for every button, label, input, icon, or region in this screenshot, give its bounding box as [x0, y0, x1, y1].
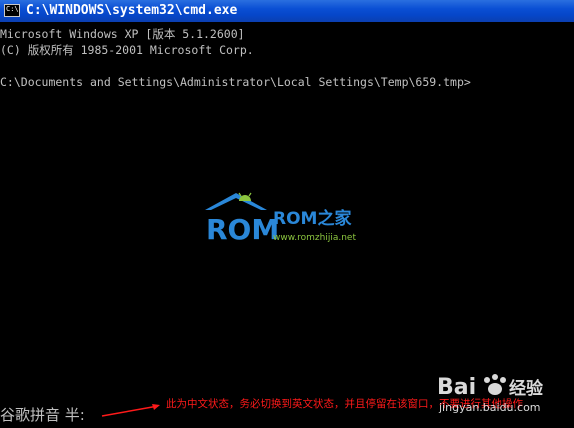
watermark-url: jingyan.baidu.com: [438, 401, 541, 414]
ime-status: 谷歌拼音 半:: [0, 406, 85, 424]
arrow-icon: [101, 404, 160, 417]
baidu-watermark: Bai 经验 jingyan.baidu.com: [437, 374, 544, 414]
console-prompt: C:\Documents and Settings\Administrator\…: [0, 75, 471, 89]
console-line: (C) 版权所有 1985-2001 Microsoft Corp.: [0, 43, 254, 57]
logo-brand-text: ROM之家: [273, 208, 351, 229]
watermark-brand: Bai: [437, 375, 476, 400]
console-line: Microsoft Windows XP [版本 5.1.2600]: [0, 27, 245, 41]
house-roof-icon: [205, 193, 267, 210]
window-title: C:\WINDOWS\system32\cmd.exe: [26, 3, 238, 18]
logo-url-text: www.romzhijia.net: [273, 233, 356, 243]
paw-icon: [484, 374, 506, 395]
cmd-icon[interactable]: C:\: [4, 4, 20, 17]
watermark-suffix: 经验: [509, 378, 544, 399]
logo-primary-text: ROM: [206, 213, 279, 246]
window-title-bar[interactable]: C:\ C:\WINDOWS\system32\cmd.exe: [0, 0, 574, 22]
rom-logo: ROM ROM之家 www.romzhijia.net: [205, 192, 356, 246]
